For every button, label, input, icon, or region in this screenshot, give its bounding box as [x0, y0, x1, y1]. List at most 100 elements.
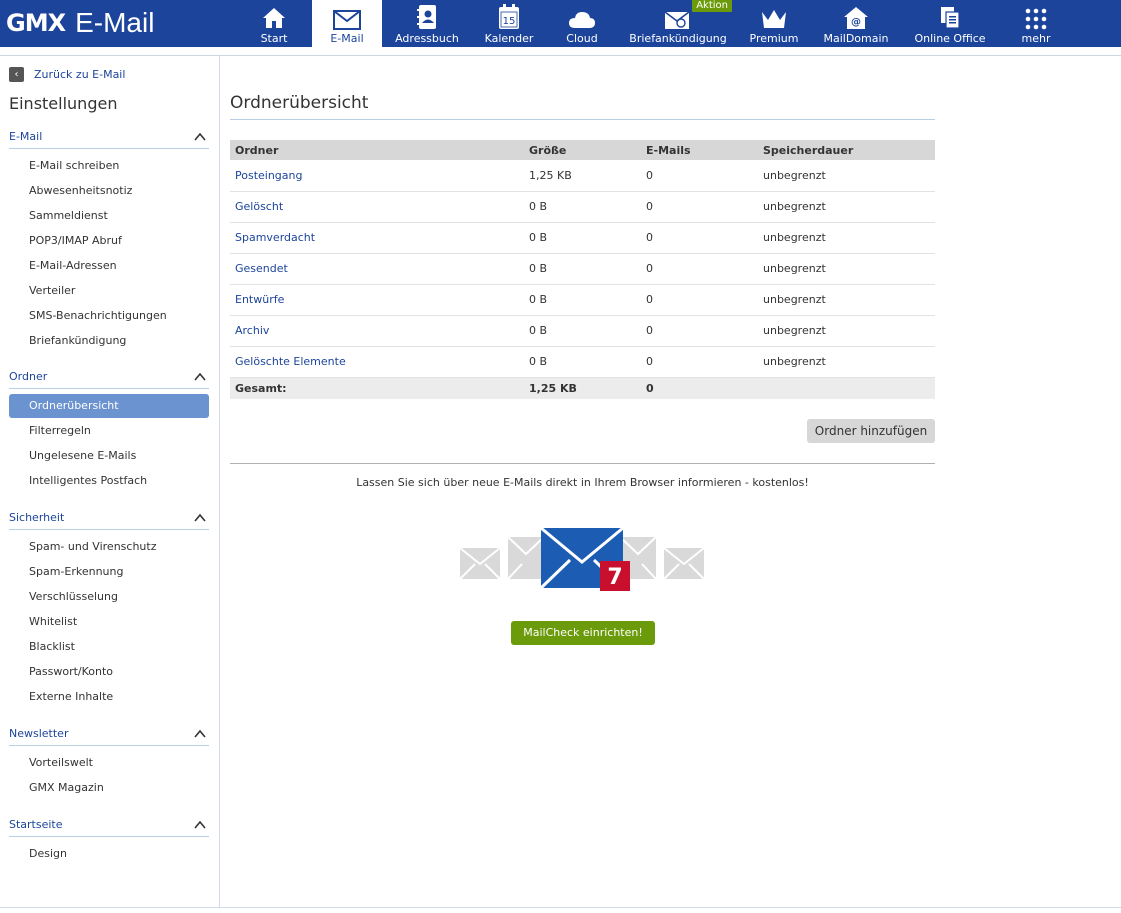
sidebar-item-vorteilswelt[interactable]: Vorteilswelt [9, 751, 209, 775]
section-title: Newsletter [9, 727, 69, 740]
folder-retention: unbegrenzt [758, 191, 935, 223]
nav-mehr[interactable]: mehr [1016, 0, 1056, 47]
section-header-email[interactable]: E-Mail [9, 130, 209, 149]
column-header-ordner[interactable]: Ordner [230, 140, 524, 160]
sidebar-item-sms[interactable]: SMS-Benachrichtigungen [9, 304, 209, 328]
mailcheck-promo-text: Lassen Sie sich über neue E-Mails direkt… [356, 476, 809, 489]
folder-table: Ordner Größe E-Mails Speicherdauer Poste… [230, 140, 935, 399]
nav-label: Kalender [484, 32, 534, 45]
sidebar-item-spam-virenschutz[interactable]: Spam- und Virenschutz [9, 535, 209, 559]
folder-retention: unbegrenzt [758, 284, 935, 316]
section-divider [230, 463, 935, 464]
folder-link[interactable]: Entwürfe [230, 284, 524, 316]
addressbook-icon [417, 0, 437, 30]
nav-email[interactable]: E-Mail [312, 0, 382, 47]
folder-size: 1,25 KB [524, 160, 641, 192]
sidebar-item-sammeldienst[interactable]: Sammeldienst [9, 204, 209, 228]
sidebar-item-ungelesene[interactable]: Ungelesene E-Mails [9, 444, 209, 468]
section-header-ordner[interactable]: Ordner [9, 370, 209, 389]
mailcheck-illustration: 7 [460, 526, 705, 591]
table-header-row: Ordner Größe E-Mails Speicherdauer [230, 140, 935, 160]
folder-link[interactable]: Gesendet [230, 253, 524, 285]
sidebar-item-blacklist[interactable]: Blacklist [9, 635, 209, 659]
folder-size: 0 B [524, 346, 641, 378]
sidebar-item-verschluesselung[interactable]: Verschlüsselung [9, 585, 209, 609]
table-row: Gelöschte Elemente 0 B 0 unbegrenzt [230, 346, 935, 378]
grid-icon [1025, 0, 1047, 30]
sidebar-item-abwesenheitsnotiz[interactable]: Abwesenheitsnotiz [9, 179, 209, 203]
total-email-count: 0 [641, 377, 758, 399]
nav-label: Start [260, 32, 288, 45]
nav-cloud[interactable]: Cloud [562, 0, 602, 47]
calendar-icon: 15 [498, 0, 520, 30]
nav-label: E-Mail [330, 32, 364, 45]
sidebar-item-briefankuendigung[interactable]: Briefankündigung [9, 329, 209, 353]
nav-adressbuch[interactable]: Adressbuch [392, 0, 462, 47]
unread-count-badge: 7 [600, 561, 630, 591]
sidebar-item-design[interactable]: Design [9, 842, 209, 866]
sidebar-item-spam-erkennung[interactable]: Spam-Erkennung [9, 560, 209, 584]
section-title: Sicherheit [9, 511, 65, 524]
svg-text:@: @ [851, 17, 861, 28]
gmx-logo[interactable]: GMX E-Mail [6, 6, 154, 40]
sidebar-item-filterregeln[interactable]: Filterregeln [9, 419, 209, 443]
folder-link[interactable]: Archiv [230, 315, 524, 347]
folder-email-count: 0 [641, 315, 758, 347]
table-row: Gesendet 0 B 0 unbegrenzt [230, 253, 935, 285]
sidebar-item-email-adressen[interactable]: E-Mail-Adressen [9, 254, 209, 278]
folder-size: 0 B [524, 191, 641, 223]
folder-retention: unbegrenzt [758, 315, 935, 347]
nav-label: mehr [1021, 32, 1051, 45]
table-row: Posteingang 1,25 KB 0 unbegrenzt [230, 160, 935, 192]
folder-retention: unbegrenzt [758, 346, 935, 378]
sidebar-item-pop3-imap[interactable]: POP3/IMAP Abruf [9, 229, 209, 253]
letter-announce-icon [663, 0, 693, 30]
folder-size: 0 B [524, 253, 641, 285]
nav-label: Adressbuch [395, 32, 459, 45]
grey-envelope-icon [460, 547, 501, 580]
add-folder-button[interactable]: Ordner hinzufügen [807, 419, 935, 443]
total-label: Gesamt: [230, 377, 524, 399]
column-header-groesse[interactable]: Größe [524, 140, 641, 160]
grey-envelope-icon [663, 547, 705, 580]
sidebar-item-email-schreiben[interactable]: E-Mail schreiben [9, 154, 209, 178]
nav-label: Premium [749, 32, 799, 45]
nav-maildomain[interactable]: @ MailDomain [820, 0, 892, 47]
nav-start[interactable]: Start [253, 0, 295, 47]
sidebar-item-verteiler[interactable]: Verteiler [9, 279, 209, 303]
folder-link[interactable]: Gelöscht [230, 191, 524, 223]
chevron-left-icon: ‹ [9, 67, 24, 82]
table-row: Gelöscht 0 B 0 unbegrenzt [230, 191, 935, 223]
section-header-sicherheit[interactable]: Sicherheit [9, 511, 209, 530]
column-header-emails[interactable]: E-Mails [641, 140, 758, 160]
section-header-startseite[interactable]: Startseite [9, 818, 209, 837]
footer-divider [0, 907, 1121, 908]
folder-link[interactable]: Posteingang [230, 160, 524, 192]
folder-email-count: 0 [641, 284, 758, 316]
back-to-email-link[interactable]: ‹ Zurück zu E-Mail [9, 67, 125, 82]
nav-kalender[interactable]: 15 Kalender [480, 0, 538, 47]
chevron-up-icon [194, 132, 206, 141]
back-link-label: Zurück zu E-Mail [34, 68, 126, 81]
column-header-speicherdauer[interactable]: Speicherdauer [758, 140, 935, 160]
sidebar-item-gmx-magazin[interactable]: GMX Magazin [9, 776, 209, 800]
top-navigation-bar: GMX E-Mail Start E-Mail Adressbuch 15 Ka… [0, 0, 1121, 47]
folder-retention: unbegrenzt [758, 222, 935, 254]
sidebar-item-ordneruebersicht[interactable]: Ordnerübersicht [9, 394, 209, 418]
nav-briefankuendigung[interactable]: Aktion Briefankündigung [626, 0, 732, 47]
chevron-up-icon [194, 820, 206, 829]
table-row: Entwürfe 0 B 0 unbegrenzt [230, 284, 935, 316]
folder-link[interactable]: Spamverdacht [230, 222, 524, 254]
sidebar-item-externe-inhalte[interactable]: Externe Inhalte [9, 685, 209, 709]
mailcheck-setup-button[interactable]: MailCheck einrichten! [511, 621, 655, 645]
total-row: Gesamt: 1,25 KB 0 [230, 377, 935, 399]
folder-link[interactable]: Gelöschte Elemente [230, 346, 524, 378]
nav-premium[interactable]: Premium [746, 0, 802, 47]
section-header-newsletter[interactable]: Newsletter [9, 727, 209, 746]
nav-online-office[interactable]: Online Office [910, 0, 990, 47]
nav-label: Cloud [566, 32, 598, 45]
sidebar-item-passwort-konto[interactable]: Passwort/Konto [9, 660, 209, 684]
unread-count: 7 [607, 565, 622, 590]
sidebar-item-whitelist[interactable]: Whitelist [9, 610, 209, 634]
sidebar-item-intelligentes-postfach[interactable]: Intelligentes Postfach [9, 469, 209, 493]
